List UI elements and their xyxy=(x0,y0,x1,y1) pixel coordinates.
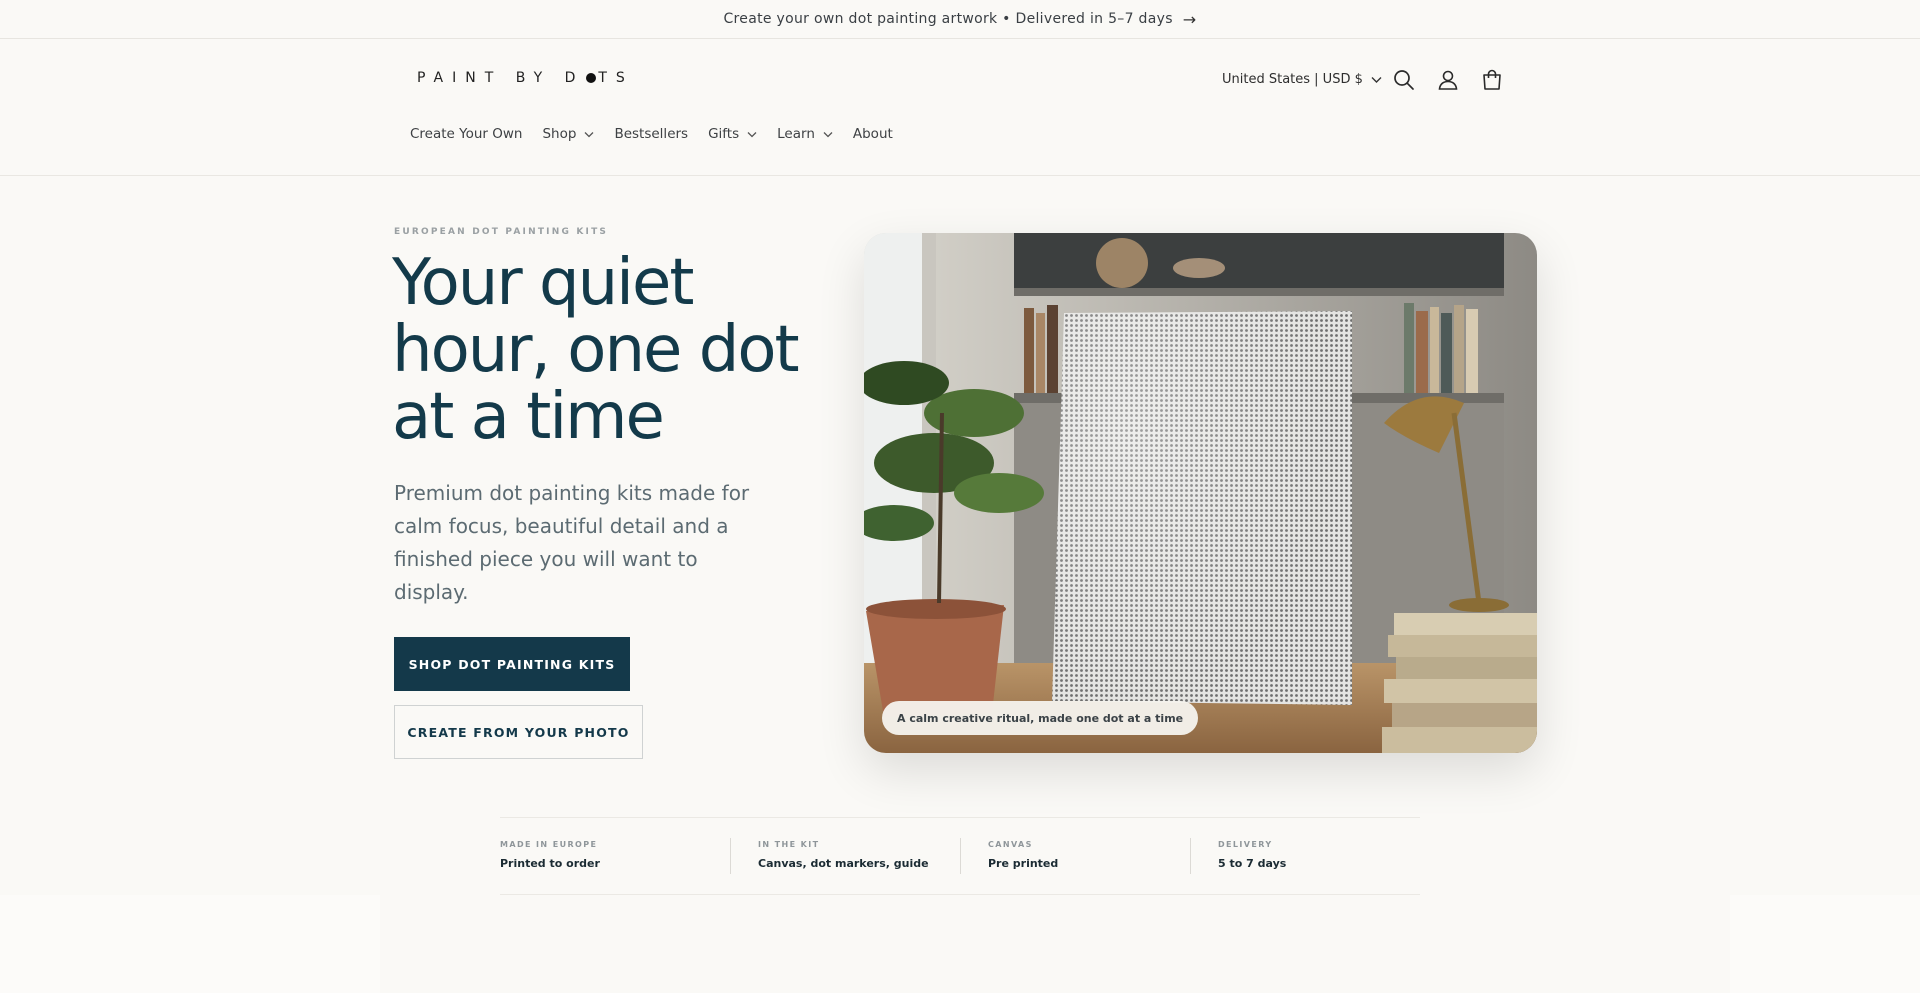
stat-canvas: CANVAS Pre printed xyxy=(988,840,1058,870)
nav-label: About xyxy=(852,126,893,142)
nav-label: Gifts xyxy=(708,126,740,142)
nav-item-about[interactable]: About xyxy=(853,126,893,142)
features-strip: MADE IN EUROPE Printed to order IN THE K… xyxy=(500,817,1420,895)
stat-delivery: DELIVERY 5 to 7 days xyxy=(1218,840,1286,870)
account-icon[interactable] xyxy=(1436,68,1460,92)
hero-headline: Your quiet hour, one dot at a time xyxy=(392,246,800,454)
stat-value: Pre printed xyxy=(988,857,1059,870)
stat-made-in-europe: MADE IN EUROPE Printed to order xyxy=(500,840,600,870)
chevron-down-icon xyxy=(1371,76,1382,83)
locale-selector[interactable]: United States | USD $ xyxy=(1222,72,1382,87)
hero-image: A calm creative ritual, made one dot at … xyxy=(864,233,1537,753)
stat-label: CANVAS xyxy=(988,840,1033,849)
locale-label: United States | USD $ xyxy=(1222,72,1363,87)
stat-in-the-kit: IN THE KIT Canvas, dot markers, guide xyxy=(758,840,929,870)
stat-label: DELIVERY xyxy=(1218,840,1273,849)
nav-label: Shop xyxy=(542,126,577,142)
site-logo[interactable]: PAINT BY D TS xyxy=(417,70,634,86)
arrow-right-icon: → xyxy=(1182,9,1197,29)
stat-label: IN THE KIT xyxy=(758,840,820,849)
hero-subcopy: Premium dot painting kits made for calm … xyxy=(394,481,750,604)
stat-value: 5 to 7 days xyxy=(1218,857,1287,870)
nav-item-shop[interactable]: Shop xyxy=(542,126,594,142)
main-nav: Create Your Own Shop Bestsellers Gifts L… xyxy=(410,126,913,142)
site-header: PAINT BY D TS United States | USD $ Creat… xyxy=(0,40,1920,176)
nav-label: Create Your Own xyxy=(410,126,523,142)
cart-icon[interactable] xyxy=(1480,68,1504,92)
stat-divider xyxy=(1190,838,1191,874)
stat-divider xyxy=(960,838,961,874)
next-section-panel xyxy=(380,895,1730,993)
stat-value: Canvas, dot markers, guide xyxy=(758,857,929,870)
nav-item-bestsellers[interactable]: Bestsellers xyxy=(614,126,688,142)
stat-label: MADE IN EUROPE xyxy=(500,840,598,849)
stat-value: Printed to order xyxy=(500,857,600,870)
chevron-down-icon xyxy=(823,131,833,137)
hero-eyebrow: EUROPEAN DOT PAINTING KITS xyxy=(394,227,609,237)
logo-text-left: PAINT BY D xyxy=(417,70,585,86)
logo-dot-icon xyxy=(586,73,597,83)
logo-text-right: TS xyxy=(598,70,634,86)
chevron-down-icon xyxy=(584,131,594,137)
image-caption-pill: A calm creative ritual, made one dot at … xyxy=(882,701,1199,735)
nav-label: Learn xyxy=(777,126,815,142)
next-section xyxy=(0,895,1920,993)
nav-item-gifts[interactable]: Gifts xyxy=(708,126,757,142)
announcement-bar[interactable]: Create your own dot painting artwork • D… xyxy=(0,0,1920,39)
search-icon[interactable] xyxy=(1392,68,1416,92)
stat-divider xyxy=(730,838,731,874)
announcement-text[interactable]: Create your own dot painting artwork • D… xyxy=(723,11,1172,27)
nav-label: Bestsellers xyxy=(614,126,689,142)
chevron-down-icon xyxy=(747,131,757,137)
nav-item-create-your-own[interactable]: Create Your Own xyxy=(410,126,522,142)
hero-scene-illustration xyxy=(864,233,1537,753)
shop-kits-button[interactable]: SHOP DOT PAINTING KITS xyxy=(394,637,630,691)
create-from-photo-button[interactable]: CREATE FROM YOUR PHOTO xyxy=(394,705,643,759)
nav-item-learn[interactable]: Learn xyxy=(777,126,833,142)
